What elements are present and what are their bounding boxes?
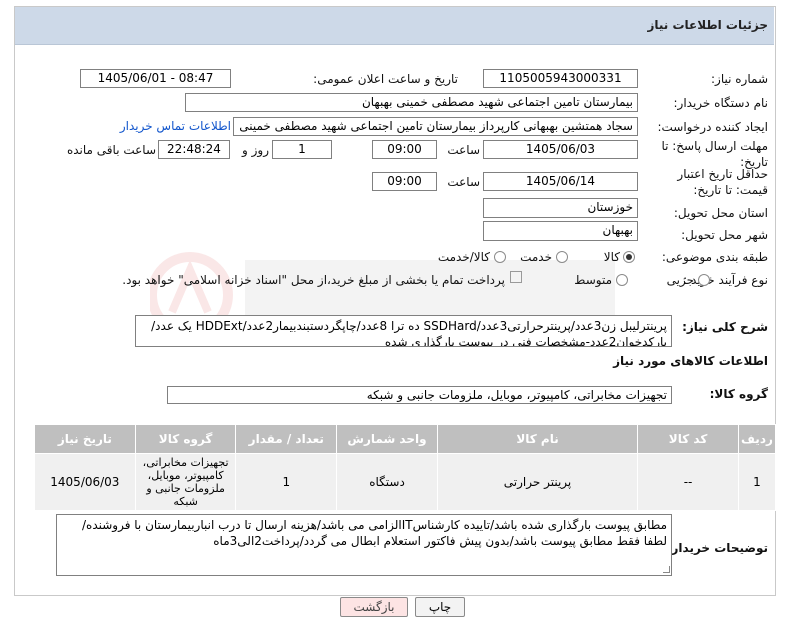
- need-number-label: شماره نیاز:: [711, 72, 768, 86]
- cell-name: پرینتر حرارتی: [436, 453, 639, 511]
- cell-row: 1: [737, 453, 777, 511]
- cell-date: 1405/06/03: [34, 453, 136, 511]
- col-date: تاریخ نیاز: [34, 424, 136, 454]
- category-radio-goods-service[interactable]: [494, 251, 506, 263]
- buyer-notes-label: توضیحات خریدار:: [666, 541, 768, 555]
- category-option-goods-service: کالا/خدمت: [437, 250, 490, 264]
- validity-time-label: ساعت: [447, 175, 480, 189]
- table-row: 1 -- پرینتر حرارتی دستگاه 1 تجهیزات مخاب…: [34, 453, 777, 511]
- price-validity-label: حداقل تاریخ اعتبار قیمت: تا تاریخ:: [677, 167, 768, 197]
- general-desc-textarea: پرینترلیبل زن3عدد/پرینترحرارتی3عدد/SSDHa…: [135, 315, 672, 347]
- validity-time-field: 09:00: [372, 172, 437, 191]
- buyer-org-label: نام دستگاه خریدار:: [673, 96, 769, 110]
- col-unit: واحد شمارش: [336, 424, 438, 454]
- remaining-label: ساعت باقی مانده: [66, 143, 156, 157]
- reply-time-label: ساعت: [447, 143, 480, 157]
- buyer-notes-text: مطابق پیوست بارگذاری شده باشد/تاییده کار…: [81, 518, 667, 548]
- goods-group-label: گروه کالا:: [709, 387, 768, 401]
- purchase-type-label: نوع فرآیند خرید :: [683, 273, 768, 287]
- need-number-field: 1105005943000331: [483, 69, 638, 88]
- print-button[interactable]: چاپ: [415, 597, 465, 617]
- col-row: ردیف: [737, 424, 777, 454]
- reply-date-field: 1405/06/03: [483, 140, 638, 159]
- cell-code: --: [637, 453, 739, 511]
- payment-note: پرداخت تمام یا بخشی از مبلغ خرید،از محل …: [122, 273, 505, 287]
- purchase-radio-medium[interactable]: [616, 274, 628, 286]
- col-code: کد کالا: [637, 424, 739, 454]
- purchase-option-medium: متوسط: [574, 273, 612, 287]
- payment-treasury-checkbox[interactable]: [510, 271, 522, 283]
- city-label: شهر محل تحویل:: [681, 228, 768, 242]
- goods-group-field: تجهیزات مخابراتی، کامپیوتر، موبایل، ملزو…: [167, 386, 672, 404]
- page-title: جزئیات اطلاعات نیاز: [647, 18, 768, 32]
- goods-table: ردیف کد کالا نام کالا واحد شمارش تعداد /…: [34, 424, 777, 511]
- col-group: گروه کالا: [134, 424, 237, 454]
- contact-buyer-link[interactable]: اطلاعات تماس خریدار: [120, 119, 231, 133]
- province-label: استان محل تحویل:: [673, 206, 768, 220]
- day-and-label: روز و: [242, 143, 269, 157]
- category-radio-service[interactable]: [556, 251, 568, 263]
- announce-datetime-field: 1405/06/01 - 08:47: [80, 69, 231, 88]
- table-header-row: ردیف کد کالا نام کالا واحد شمارش تعداد /…: [34, 424, 777, 454]
- cell-unit: دستگاه: [336, 453, 438, 511]
- requester-field: سجاد همتشین بهبهانی کارپرداز بیمارستان ت…: [233, 117, 638, 136]
- purchase-option-minor: جزیی: [666, 273, 694, 287]
- purchase-radio-minor[interactable]: [698, 274, 710, 286]
- validity-date-field: 1405/06/14: [483, 172, 638, 191]
- city-field: بهبهان: [483, 221, 638, 241]
- category-option-service: خدمت: [520, 250, 552, 264]
- cell-qty: 1: [235, 453, 338, 511]
- province-field: خوزستان: [483, 198, 638, 218]
- buyer-org-field: بیمارستان تامین اجتماعی شهید مصطفی خمینی…: [185, 93, 638, 112]
- col-name: نام کالا: [436, 424, 639, 454]
- col-qty: تعداد / مقدار: [235, 424, 338, 454]
- category-radio-goods[interactable]: [623, 251, 635, 263]
- goods-info-heading: اطلاعات کالاهای مورد نیاز: [613, 354, 768, 368]
- days-field: 1: [272, 140, 332, 159]
- announce-datetime-label: تاریخ و ساعت اعلان عمومی:: [313, 72, 458, 86]
- reply-time-field: 09:00: [372, 140, 437, 159]
- buyer-notes-resize-handle[interactable]: [663, 566, 670, 573]
- buyer-notes-textarea: مطابق پیوست بارگذاری شده باشد/تاییده کار…: [56, 514, 672, 576]
- remaining-time-field: 22:48:24: [158, 140, 230, 159]
- category-label: طبقه بندی موضوعی:: [661, 250, 768, 264]
- general-desc-label: شرح کلی نیاز:: [682, 320, 768, 334]
- general-desc-text: پرینترلیبل زن3عدد/پرینترحرارتی3عدد/SSDHa…: [151, 319, 667, 347]
- cell-group: تجهیزات مخابراتی، کامپیوتر، موبایل، ملزو…: [134, 453, 237, 511]
- back-button[interactable]: بازگشت: [340, 597, 408, 617]
- category-option-goods: کالا: [603, 250, 620, 264]
- requester-label: ایجاد کننده درخواست:: [657, 120, 768, 134]
